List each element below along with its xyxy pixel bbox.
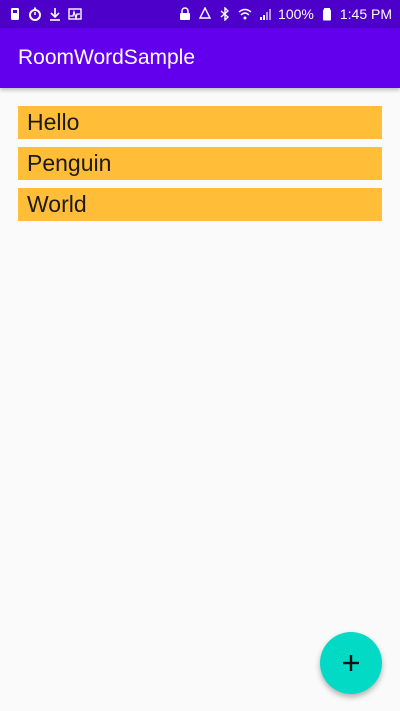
list-item[interactable]: Hello [18,106,382,139]
list-item[interactable]: Penguin [18,147,382,180]
status-bar-left [8,7,82,21]
timer-icon [28,7,42,21]
phone-icon [8,7,22,21]
signal-icon [258,7,272,21]
word-list: Hello Penguin World [18,106,382,229]
activity-icon [68,7,82,21]
add-word-button[interactable] [320,632,382,694]
word-text: Penguin [27,150,112,176]
list-item[interactable]: World [18,188,382,221]
lock-icon [178,7,192,21]
app-screen: 100% 1:45 PM RoomWordSample Hello Pengui… [0,0,400,711]
wifi-icon [238,7,252,21]
app-title: RoomWordSample [18,46,196,69]
status-bar: 100% 1:45 PM [0,0,400,28]
app-bar: RoomWordSample [0,28,400,88]
word-text: World [27,191,87,217]
status-time: 1:45 PM [339,6,392,22]
battery-icon [320,7,334,21]
word-text: Hello [27,109,80,135]
bluetooth-icon [218,7,232,21]
status-bar-right: 100% 1:45 PM [178,7,392,21]
add-icon [342,654,360,672]
battery-percent: 100% [278,6,314,22]
download-icon [48,7,62,21]
recycle-icon [198,7,212,21]
